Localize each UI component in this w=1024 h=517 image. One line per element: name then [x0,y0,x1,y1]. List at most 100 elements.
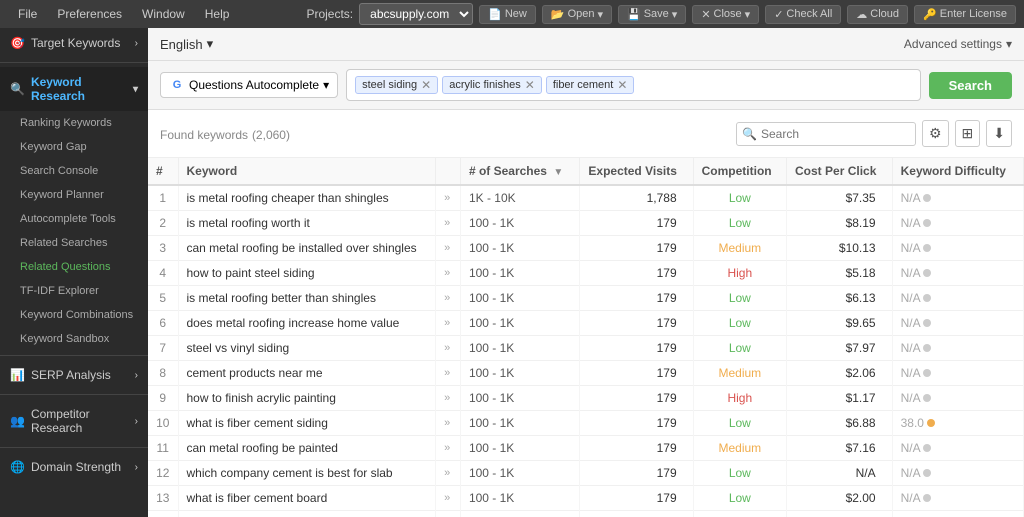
tag-remove-button[interactable]: ✕ [525,79,535,91]
cell-arrows[interactable]: » [436,185,461,211]
check-all-button[interactable]: ✓ Check All [765,5,841,24]
tag-remove-button[interactable]: ✕ [421,79,431,91]
menu-file[interactable]: File [8,3,47,25]
col-competition[interactable]: Competition [693,158,786,185]
cell-arrows[interactable]: » [436,461,461,486]
cell-keyword: can metal roofing be installed over shin… [178,236,436,261]
tag-remove-button[interactable]: ✕ [617,79,627,91]
divider [0,62,148,63]
autocomplete-label: Questions Autocomplete [189,78,319,92]
enter-license-button[interactable]: 🔑 Enter License [914,5,1016,24]
sidebar-item-search-console[interactable]: Search Console [0,159,148,183]
sidebar-item-label: Competitor Research [31,407,129,435]
cell-arrows[interactable]: » [436,386,461,411]
cell-arrows[interactable]: » [436,236,461,261]
cell-arrows[interactable]: » [436,411,461,436]
language-selector[interactable]: English ▾ [160,36,213,52]
sidebar-item-keyword-combinations[interactable]: Keyword Combinations [0,303,148,327]
cell-arrows[interactable]: » [436,486,461,511]
sidebar-item-domain-strength[interactable]: 🌐 Domain Strength › [0,452,148,482]
cell-arrows[interactable]: » [436,211,461,236]
keywords-table-container: # Keyword # of Searches ▼ Expected Visit… [148,158,1024,517]
cell-arrows[interactable]: » [436,336,461,361]
cell-arrows[interactable]: » [436,511,461,517]
sidebar-item-ranking-keywords[interactable]: Ranking Keywords [0,111,148,135]
chevron-right-icon: › [135,462,138,473]
cell-visits: 179 [580,211,693,236]
col-keyword[interactable]: Keyword [178,158,436,185]
google-icon: G [169,77,185,93]
found-keywords-label: Found keywords (2,060) [160,126,290,142]
col-visits[interactable]: Expected Visits [580,158,693,185]
table-row: 9 how to finish acrylic painting » 100 -… [148,386,1024,411]
cell-keyword: is metal roofing cheaper than shingles [178,185,436,211]
sidebar-item-related-questions[interactable]: Related Questions [0,255,148,279]
results-header: Found keywords (2,060) 🔍 ⚙ ⊞ ⬇ [148,110,1024,158]
sidebar-item-related-searches[interactable]: Related Searches [0,231,148,255]
tag-label: steel siding [362,79,417,91]
col-cpc[interactable]: Cost Per Click [787,158,893,185]
chevron-down-icon: ▾ [207,36,214,52]
grid-view-button[interactable]: ⊞ [955,120,981,147]
cell-num: 2 [148,211,178,236]
chevron-right-icon: › [135,38,138,49]
sidebar-item-keyword-gap[interactable]: Keyword Gap [0,135,148,159]
cell-searches: 100 - 1K [460,386,579,411]
cell-arrows[interactable]: » [436,436,461,461]
menu-window[interactable]: Window [132,3,195,25]
sidebar-item-keyword-planner[interactable]: Keyword Planner [0,183,148,207]
cell-cpc: $9.70 [787,511,893,517]
sidebar-item-tfidf-explorer[interactable]: TF-IDF Explorer [0,279,148,303]
cell-visits: 179 [580,386,693,411]
chevron-down-icon: ▾ [1006,37,1012,51]
cell-competition: Low [693,311,786,336]
autocomplete-dropdown[interactable]: G Questions Autocomplete ▾ [160,72,338,98]
cell-num: 7 [148,336,178,361]
cell-keyword: what is fiber cement siding [178,411,436,436]
sidebar-item-keyword-sandbox[interactable]: Keyword Sandbox [0,327,148,351]
new-button[interactable]: 📄 New [479,5,536,24]
cell-visits: 179 [580,236,693,261]
cell-difficulty: N/A [892,511,1023,517]
search-button[interactable]: Search [929,72,1012,99]
col-difficulty[interactable]: Keyword Difficulty [892,158,1023,185]
cell-difficulty: 38.0 [892,411,1023,436]
cell-competition: High [693,261,786,286]
cell-cpc: $6.13 [787,286,893,311]
cell-num: 13 [148,486,178,511]
col-searches[interactable]: # of Searches ▼ [460,158,579,185]
open-button[interactable]: 📂 Open ▾ [542,5,612,24]
sidebar-item-target-keywords[interactable]: 🎯 Target Keywords › [0,28,148,58]
sidebar-item-autocomplete-tools[interactable]: Autocomplete Tools [0,207,148,231]
cell-arrows[interactable]: » [436,311,461,336]
close-button[interactable]: ✕ Close ▾ [692,5,759,24]
cell-num: 11 [148,436,178,461]
projects-dropdown[interactable]: abcsupply.com [359,3,473,25]
cell-arrows[interactable]: » [436,286,461,311]
sidebar-item-competitor-research[interactable]: 👥 Competitor Research › [0,399,148,443]
tag-label: fiber cement [553,79,614,91]
sidebar-item-serp-analysis[interactable]: 📊 SERP Analysis › [0,360,148,390]
table-row: 13 what is fiber cement board » 100 - 1K… [148,486,1024,511]
cell-visits: 179 [580,261,693,286]
download-button[interactable]: ⬇ [986,120,1012,147]
menu-preferences[interactable]: Preferences [47,3,132,25]
cell-difficulty: N/A [892,261,1023,286]
cell-arrows[interactable]: » [436,361,461,386]
sidebar-group-keyword-research[interactable]: 🔍 Keyword Research ▾ [0,67,148,111]
save-button[interactable]: 💾 Save ▾ [618,5,686,24]
cell-num: 4 [148,261,178,286]
results-search-input[interactable] [736,122,916,146]
serp-icon: 📊 [10,368,25,382]
sidebar-item-label: Target Keywords [31,36,120,50]
tags-input-field[interactable]: steel siding ✕ acrylic finishes ✕ fiber … [346,69,921,101]
menu-help[interactable]: Help [195,3,240,25]
results-search-wrapper: 🔍 [736,122,916,146]
advanced-settings-button[interactable]: Advanced settings ▾ [904,37,1012,51]
cloud-button[interactable]: ☁ Cloud [847,5,908,24]
cell-cpc: $7.16 [787,436,893,461]
filter-button[interactable]: ⚙ [922,120,949,147]
cell-arrows[interactable]: » [436,261,461,286]
cell-cpc: $7.97 [787,336,893,361]
cell-cpc: N/A [787,461,893,486]
